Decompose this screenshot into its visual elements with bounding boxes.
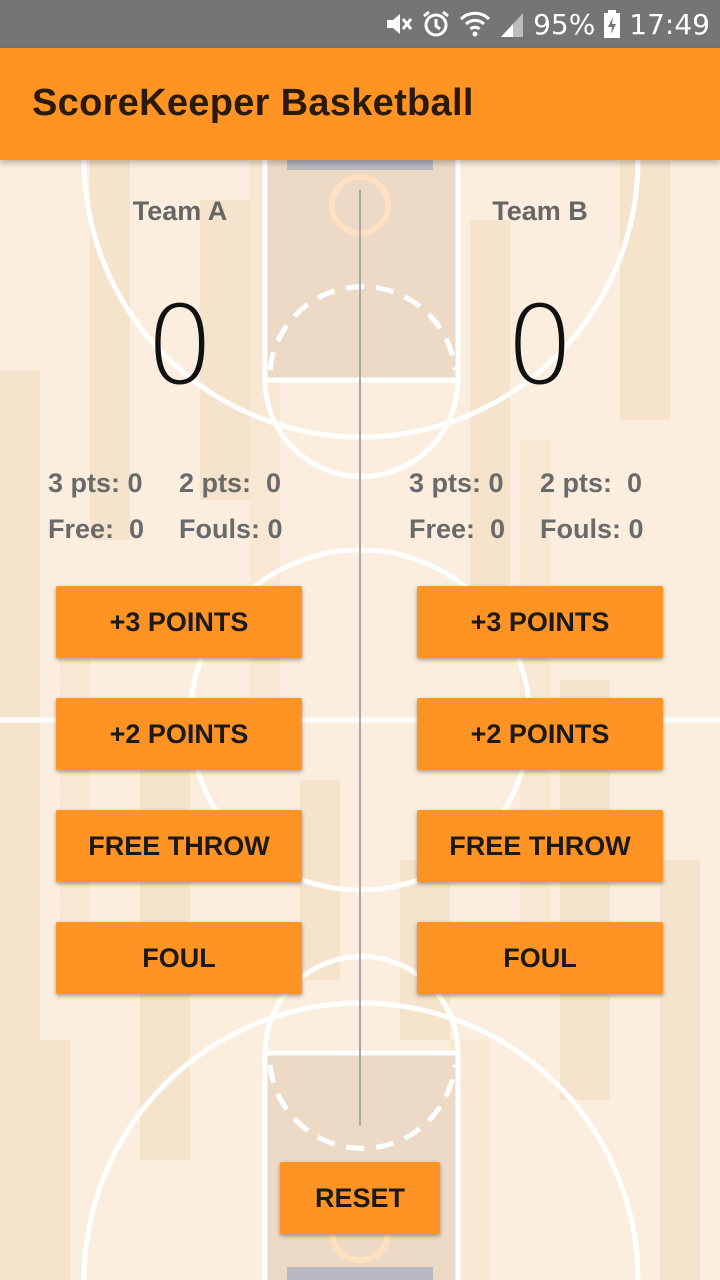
team-a-free-throw-button[interactable]: FREE THROW [56, 810, 302, 882]
team-b-three-pts: 3 pts: 0 [409, 468, 504, 498]
team-a-score: 0 [145, 284, 215, 409]
team-a-plus-three-button[interactable]: +3 POINTS [56, 586, 302, 658]
team-a-foul-button[interactable]: FOUL [56, 922, 302, 994]
team-b-score: 0 [505, 284, 575, 409]
reset-button[interactable]: RESET [280, 1162, 440, 1234]
signal-icon [499, 9, 525, 39]
app-bar: ScoreKeeper Basketball [0, 48, 720, 160]
clock-time: 17:49 [629, 7, 710, 41]
scoreboard: Team A 0 3 pts: 0 2 pts: 0 Free: 0 Fouls… [0, 160, 720, 1280]
team-b-name: Team B [492, 196, 588, 226]
alarm-icon [421, 9, 451, 39]
team-b-foul-button[interactable]: FOUL [417, 922, 663, 994]
team-b-plus-three-button[interactable]: +3 POINTS [417, 586, 663, 658]
team-b-fouls: Fouls: 0 [540, 514, 644, 544]
team-a-plus-two-button[interactable]: +2 POINTS [56, 698, 302, 770]
team-a-fouls: Fouls: 0 [179, 514, 283, 544]
team-a-free: Free: 0 [48, 514, 145, 544]
team-b-plus-two-button[interactable]: +2 POINTS [417, 698, 663, 770]
team-a-three-pts: 3 pts: 0 [48, 468, 143, 498]
team-b-free: Free: 0 [409, 514, 506, 544]
wifi-icon [459, 9, 491, 39]
status-bar: 95% 17:49 [0, 0, 720, 48]
status-icons: 95% 17:49 [383, 0, 710, 48]
battery-charging-icon [603, 9, 621, 39]
mute-icon [383, 9, 413, 39]
team-a-name: Team A [132, 196, 228, 226]
team-b-free-throw-button[interactable]: FREE THROW [417, 810, 663, 882]
app-title: ScoreKeeper Basketball [32, 82, 474, 124]
team-a-two-pts: 2 pts: 0 [179, 468, 282, 498]
battery-level: 95% [533, 7, 596, 41]
team-b-two-pts: 2 pts: 0 [540, 468, 643, 498]
